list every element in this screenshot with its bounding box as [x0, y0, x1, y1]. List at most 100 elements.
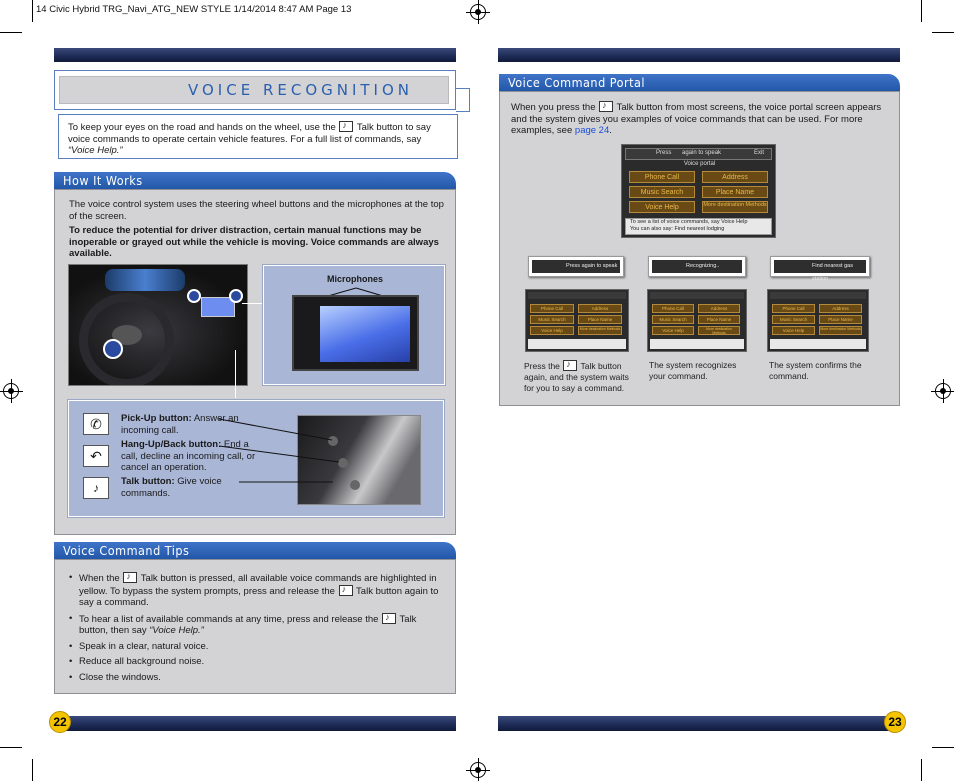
banner-strip: Press again to speak — [532, 260, 620, 273]
mini-button: Phone Call — [772, 304, 815, 313]
mini-button: Address — [819, 304, 862, 313]
section-heading: Voice Command Portal — [508, 75, 646, 90]
mini-header — [770, 292, 866, 299]
screen-footer-line: To see a list of voice commands, say Voi… — [630, 219, 748, 225]
screen-subtitle: Voice portal — [683, 161, 716, 167]
tips-panel: When the Talk button is pressed, all ava… — [54, 559, 456, 694]
title-frame: VOICE RECOGNITION — [54, 70, 456, 110]
mini-button: More destination Methods — [698, 326, 740, 335]
mini-button: Music Search — [652, 315, 694, 324]
screen-footer-line: You can also say: Find nearest lodging — [630, 226, 725, 232]
banner-text: again to speak — [581, 263, 618, 269]
buttons-callout-icon — [103, 339, 123, 359]
talk-icon — [382, 612, 397, 624]
phone-pickup-icon: ✆ — [83, 413, 109, 435]
tip-item: To hear a list of available commands at … — [67, 612, 445, 637]
mini-button: More destination Methods — [819, 326, 862, 335]
section-heading: Voice Command Tips — [63, 543, 190, 558]
connector-line — [456, 88, 470, 112]
mini-footer — [528, 339, 626, 349]
tip-text: When the — [79, 573, 123, 584]
mic-callout-icon — [229, 289, 243, 303]
mic-callout-icon — [187, 289, 201, 303]
how-it-works-text: The voice control system uses the steeri… — [69, 199, 444, 222]
talk-icon — [563, 359, 578, 371]
button-name: Hang-Up/Back button: — [121, 439, 222, 450]
button-name: Pick-Up button: — [121, 413, 192, 424]
portal-header: Voice Command Portal — [499, 74, 900, 91]
mini-button: Music Search — [530, 315, 574, 324]
mini-button: Address — [578, 304, 622, 313]
tip-text: To hear a list of available commands at … — [79, 613, 382, 625]
screen-prompt: again to speak — [682, 150, 722, 156]
mini-button: Phone Call — [530, 304, 574, 313]
talk-icon — [338, 584, 353, 596]
step-caption: Press the Talk button again, and the sys… — [524, 359, 634, 394]
warning-text: To reduce the potential for driver distr… — [69, 225, 439, 259]
dashboard-photo — [68, 264, 248, 386]
microphones-panel: Microphones — [262, 264, 446, 386]
mini-button: Place Name — [698, 315, 740, 324]
mini-button: Voice Help — [530, 326, 574, 335]
talk-icon — [339, 120, 354, 132]
screen-button: Phone Call — [629, 171, 695, 183]
title-panel: VOICE RECOGNITION — [59, 76, 449, 104]
mini-button: Place Name — [819, 315, 862, 324]
nav-screen-photo — [292, 295, 419, 371]
intro-quote: “Voice Help.” — [68, 145, 123, 156]
tip-item: When the Talk button is pressed, all ava… — [67, 571, 445, 609]
microphones-label: Microphones — [326, 274, 383, 284]
screen-footer: To see a list of voice commands, say Voi… — [625, 218, 772, 235]
crop-mark — [0, 747, 22, 748]
screen-header: Press again to speak Exit — [625, 148, 772, 160]
portal-text: When you press the Talk button from most… — [511, 100, 886, 137]
banner-strip: Recognizing.. — [652, 260, 742, 273]
mini-footer — [650, 339, 744, 349]
step-banner: Find nearest gas station — [770, 256, 870, 282]
top-bar — [498, 48, 900, 62]
button-pointer-lines — [219, 418, 339, 483]
page-number-badge: 22 — [49, 711, 71, 733]
tip-quote: “Voice Help.” — [149, 625, 204, 636]
banner-text: Press — [566, 263, 581, 269]
bottom-bar — [54, 716, 456, 731]
phone-hangup-icon: ↶ — [83, 445, 109, 467]
top-bar — [54, 48, 456, 62]
mini-button: More destination Methods — [578, 326, 622, 335]
step-caption: The system recognizes your command. — [649, 360, 737, 381]
mini-button: Place Name — [578, 315, 622, 324]
screen-button: More destination Methods — [702, 201, 768, 213]
mini-button: Voice Help — [652, 326, 694, 335]
photo-button — [350, 480, 360, 490]
callout-line — [242, 303, 263, 304]
step-caption: The system confirms the command. — [769, 360, 862, 381]
caption-text: Press the — [524, 361, 563, 371]
registration-mark-icon — [466, 758, 490, 781]
crop-mark — [32, 0, 33, 22]
nav-display — [320, 306, 410, 362]
registration-mark-icon — [0, 379, 23, 403]
tip-item: Reduce all background noise. — [67, 656, 445, 668]
tip-item: Speak in a clear, natural voice. — [67, 641, 445, 653]
mini-button: Phone Call — [652, 304, 694, 313]
mini-screen: Phone Call Address Music Search Place Na… — [525, 289, 629, 352]
button-name: Talk button: — [121, 476, 175, 487]
step-banner: Recognizing.. — [648, 256, 746, 277]
gauge-cluster — [105, 269, 185, 291]
callout-line — [235, 350, 236, 398]
print-slug: 14 Civic Hybrid TRG_Navi_ATG_NEW STYLE 1… — [36, 4, 352, 15]
talk-icon: ♪ — [83, 477, 109, 499]
portal-text-part: . — [609, 125, 612, 136]
page-number-badge: 23 — [884, 711, 906, 733]
mini-button: Voice Help — [772, 326, 815, 335]
voice-portal-screen: Press again to speak Exit Voice portal P… — [621, 144, 776, 238]
tip-item: Close the windows. — [67, 672, 445, 684]
screen-button: Music Search — [629, 186, 695, 198]
photo-button — [338, 458, 348, 468]
bottom-bar — [498, 716, 900, 731]
crop-mark — [32, 759, 33, 781]
page-24-link[interactable]: page 24 — [575, 125, 609, 136]
crop-mark — [921, 0, 922, 22]
screen-button: Place Name — [702, 186, 768, 198]
mini-button: Music Search — [772, 315, 815, 324]
